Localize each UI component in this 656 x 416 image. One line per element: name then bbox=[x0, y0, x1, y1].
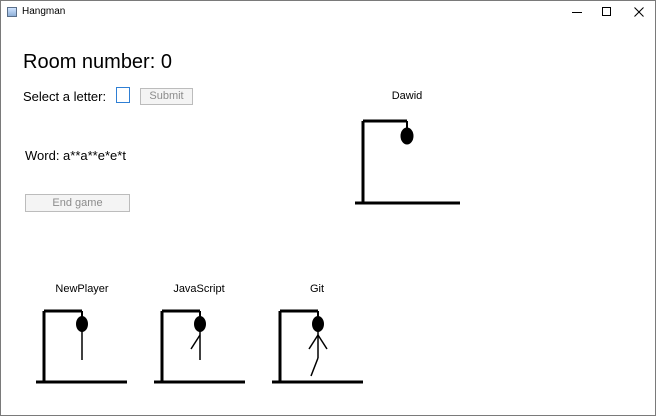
word-display: Word: a**a**e*e*t bbox=[25, 148, 126, 163]
minimize-icon bbox=[572, 12, 582, 13]
window-app-icon bbox=[7, 7, 17, 17]
end-game-button[interactable]: End game bbox=[25, 194, 130, 212]
minimize-button[interactable] bbox=[561, 1, 593, 23]
player-name-dawid: Dawid bbox=[391, 90, 423, 102]
maximize-icon bbox=[602, 7, 611, 16]
maximize-button[interactable] bbox=[591, 1, 623, 23]
letter-input[interactable] bbox=[116, 87, 130, 103]
player-name-javascript: JavaScript bbox=[173, 283, 225, 295]
window-title: Hangman bbox=[22, 6, 66, 17]
select-letter-label: Select a letter: bbox=[23, 89, 107, 104]
player-name-newplayer: NewPlayer bbox=[55, 283, 109, 295]
player-name-git: Git bbox=[309, 283, 325, 295]
hangman-figure-git bbox=[272, 309, 363, 384]
hangman-figure-dawid bbox=[355, 119, 460, 205]
close-button[interactable] bbox=[623, 1, 655, 23]
room-number-label: Room number: 0 bbox=[23, 51, 172, 73]
close-icon bbox=[634, 7, 644, 17]
title-bar[interactable]: Hangman bbox=[1, 1, 655, 23]
hangman-figure-javascript bbox=[154, 309, 245, 384]
app-window: Hangman Room number: 0 Select a letter: … bbox=[0, 0, 656, 416]
hangman-figure-newplayer bbox=[36, 309, 127, 384]
submit-button[interactable]: Submit bbox=[140, 88, 193, 105]
